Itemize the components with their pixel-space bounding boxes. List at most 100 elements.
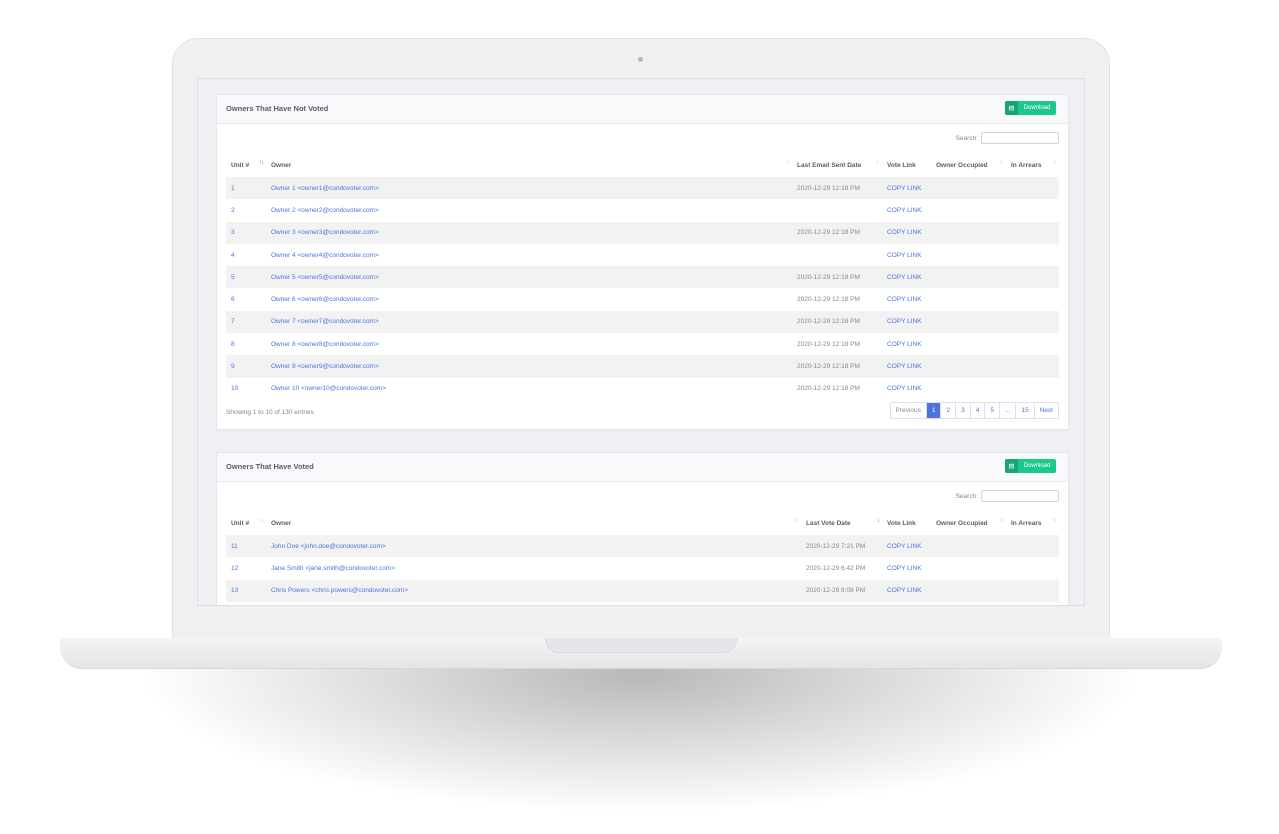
copy-link-button[interactable]: COPY LINK bbox=[887, 587, 922, 594]
copy-link-button[interactable]: COPY LINK bbox=[887, 341, 922, 348]
copy-link-button[interactable]: COPY LINK bbox=[887, 363, 922, 370]
col-header-owner[interactable]: Owner ↑↓ bbox=[266, 153, 792, 177]
owner-link[interactable]: Owner 9 <owner9@condovoter.com> bbox=[271, 363, 379, 370]
unit-link[interactable]: 4 bbox=[231, 252, 235, 259]
in-arrears-cell bbox=[1006, 378, 1059, 400]
unit-link[interactable]: 2 bbox=[231, 207, 235, 214]
col-header-vote-link[interactable]: Vote Link bbox=[882, 153, 931, 177]
panel-title: Owners That Have Voted bbox=[226, 462, 314, 471]
owner-cell: John Doe <john.doe@condovoter.com> bbox=[266, 535, 801, 558]
pagination-page[interactable]: 3 bbox=[955, 403, 970, 418]
unit-cell: 1 bbox=[226, 177, 266, 200]
pagination-page[interactable]: 5 bbox=[984, 403, 999, 418]
owner-link[interactable]: Owner 7 <owner7@condovoter.com> bbox=[271, 318, 379, 325]
owner-link[interactable]: Owner 10 <owner10@condovoter.com> bbox=[271, 385, 386, 392]
owner-link[interactable]: John Doe <john.doe@condovoter.com> bbox=[271, 543, 386, 550]
col-header-in-arrears[interactable]: In Arrears ↑↓ bbox=[1006, 511, 1059, 535]
col-header-date[interactable]: Last Vote Date ↓ bbox=[801, 511, 882, 535]
table-row: 1 Owner 1 <owner1@condovoter.com> 2020-12-… bbox=[226, 177, 1059, 200]
pagination-next[interactable]: Next bbox=[1033, 403, 1058, 418]
copy-link: COPY LINK bbox=[882, 557, 931, 579]
date-cell: 2020-12-29 12:18 PM bbox=[792, 177, 882, 200]
copy-link: COPY LINK bbox=[882, 378, 931, 400]
copy-link-button[interactable]: COPY LINK bbox=[887, 385, 922, 392]
unit-link[interactable]: 1 bbox=[231, 185, 235, 192]
copy-link-button[interactable]: COPY LINK bbox=[887, 543, 922, 550]
download-button[interactable]: ▤ Download bbox=[1005, 459, 1056, 473]
owner-link[interactable]: Owner 5 <owner5@condovoter.com> bbox=[271, 274, 379, 281]
download-label: Download bbox=[1023, 105, 1051, 111]
date-cell: 2020-12-29 12:18 PM bbox=[797, 340, 860, 348]
col-header-owner[interactable]: Owner ↑↓ bbox=[266, 511, 801, 535]
col-header-owner-occupied[interactable]: Owner Occupied ↑↓ bbox=[931, 153, 1006, 177]
unit-link[interactable]: 10 bbox=[231, 385, 238, 392]
owner-link[interactable]: Owner 3 <owner3@condovoter.com> bbox=[271, 229, 379, 236]
copy-link-button[interactable]: COPY LINK bbox=[887, 318, 922, 325]
col-header-owner-occupied[interactable]: Owner Occupied ↑↓ bbox=[931, 511, 1006, 535]
unit-link[interactable]: 3 bbox=[231, 229, 235, 236]
owner-cell: Owner 4 <owner4@condovoter.com> bbox=[266, 244, 792, 266]
copy-link-button[interactable]: COPY LINK bbox=[887, 207, 922, 214]
col-header-vote-link[interactable]: Vote Link bbox=[882, 511, 931, 535]
table-info: Showing 1 to 10 of 130 entries bbox=[226, 409, 314, 416]
copy-link-button[interactable]: COPY LINK bbox=[887, 185, 922, 192]
col-header-unit[interactable]: Unit # ↑↓ bbox=[226, 511, 266, 535]
date-cell: 2020-12-29 12:18 PM bbox=[792, 266, 882, 289]
pagination-page[interactable]: 1 bbox=[925, 403, 941, 418]
copy-link: COPY LINK bbox=[882, 288, 931, 310]
search-input[interactable] bbox=[981, 132, 1059, 144]
col-header-unit[interactable]: Unit # ↑↓ bbox=[226, 153, 266, 177]
owner-link[interactable]: Jane Smith <jane.smith@condovoter.com> bbox=[271, 565, 395, 572]
unit-link[interactable]: 5 bbox=[231, 274, 235, 281]
owner-link[interactable]: Owner 4 <owner4@condovoter.com> bbox=[271, 252, 379, 259]
download-label: Download bbox=[1023, 463, 1051, 469]
date-cell: 2020-12-29 12:18 PM bbox=[797, 296, 860, 304]
unit-link[interactable]: 12 bbox=[231, 565, 238, 572]
owner-link[interactable]: Owner 2 <owner2@condovoter.com> bbox=[271, 207, 379, 214]
unit-link[interactable]: 11 bbox=[231, 543, 238, 550]
pagination: Previous 1 2 3 4 5... 15 Next bbox=[889, 402, 1059, 419]
voted-table: Unit # ↑↓ Owner ↑↓ Last Vote Date ↓ Vote Li… bbox=[226, 511, 1059, 602]
copy-link-button[interactable]: COPY LINK bbox=[887, 252, 922, 259]
in-arrears-cell bbox=[1006, 535, 1059, 558]
owner-link[interactable]: Owner 6 <owner6@condovoter.com> bbox=[271, 296, 379, 303]
unit-link[interactable]: 8 bbox=[231, 341, 235, 348]
in-arrears-cell bbox=[1006, 355, 1059, 378]
date-cell: 2020-12-29 12:18 PM bbox=[792, 310, 882, 334]
sort-arrows-icon: ↑↓ bbox=[999, 160, 1004, 166]
pagination-page[interactable]: 4 bbox=[969, 403, 985, 418]
laptop-notch bbox=[545, 638, 737, 653]
table-row: 7 Owner 7 <owner7@condovoter.com> 2020-12-… bbox=[226, 310, 1059, 334]
col-header-in-arrears[interactable]: In Arrears ↑↓ bbox=[1006, 153, 1059, 177]
pagination-page[interactable]: 2 bbox=[940, 403, 956, 418]
unit-cell: 5 bbox=[226, 266, 266, 289]
pagination-previous[interactable]: Previous bbox=[890, 403, 926, 418]
sort-arrows-icon: ↑↓ bbox=[785, 160, 790, 166]
unit-link[interactable]: 6 bbox=[231, 296, 235, 303]
download-button[interactable]: ▤ Download bbox=[1005, 101, 1056, 115]
search-row: Search: bbox=[956, 490, 1059, 502]
owner-link[interactable]: Chris Powers <chris.powers@condovoter.co… bbox=[271, 587, 408, 594]
in-arrears-cell bbox=[1006, 244, 1059, 266]
pagination-page[interactable]: 15 bbox=[1015, 403, 1034, 418]
copy-link-button[interactable]: COPY LINK bbox=[887, 296, 922, 303]
unit-link[interactable]: 9 bbox=[231, 363, 235, 370]
owner-occupied-cell bbox=[931, 378, 1006, 400]
owner-occupied-cell bbox=[931, 199, 1006, 221]
unit-link[interactable]: 13 bbox=[231, 587, 238, 594]
in-arrears-cell bbox=[1006, 333, 1059, 355]
owner-link[interactable]: Owner 1 <owner1@condovoter.com> bbox=[271, 185, 379, 192]
copy-link: COPY LINK bbox=[882, 177, 931, 200]
table-row: 4 Owner 4 <owner4@condovoter.com> COPY LIN… bbox=[226, 244, 1059, 266]
col-header-date[interactable]: Last Email Sent Date ↑↓ bbox=[792, 153, 882, 177]
owner-cell: Owner 8 <owner8@condovoter.com> bbox=[266, 333, 792, 355]
unit-link[interactable]: 7 bbox=[231, 318, 235, 325]
owner-cell: Owner 7 <owner7@condovoter.com> bbox=[266, 310, 792, 334]
copy-link-button[interactable]: COPY LINK bbox=[887, 274, 922, 281]
copy-link-button[interactable]: COPY LINK bbox=[887, 565, 922, 572]
owner-occupied-cell bbox=[931, 557, 1006, 579]
owner-link[interactable]: Owner 8 <owner8@condovoter.com> bbox=[271, 341, 379, 348]
sort-arrows-icon: ↑↓ bbox=[999, 518, 1004, 524]
copy-link-button[interactable]: COPY LINK bbox=[887, 229, 922, 236]
search-input[interactable] bbox=[981, 490, 1059, 502]
